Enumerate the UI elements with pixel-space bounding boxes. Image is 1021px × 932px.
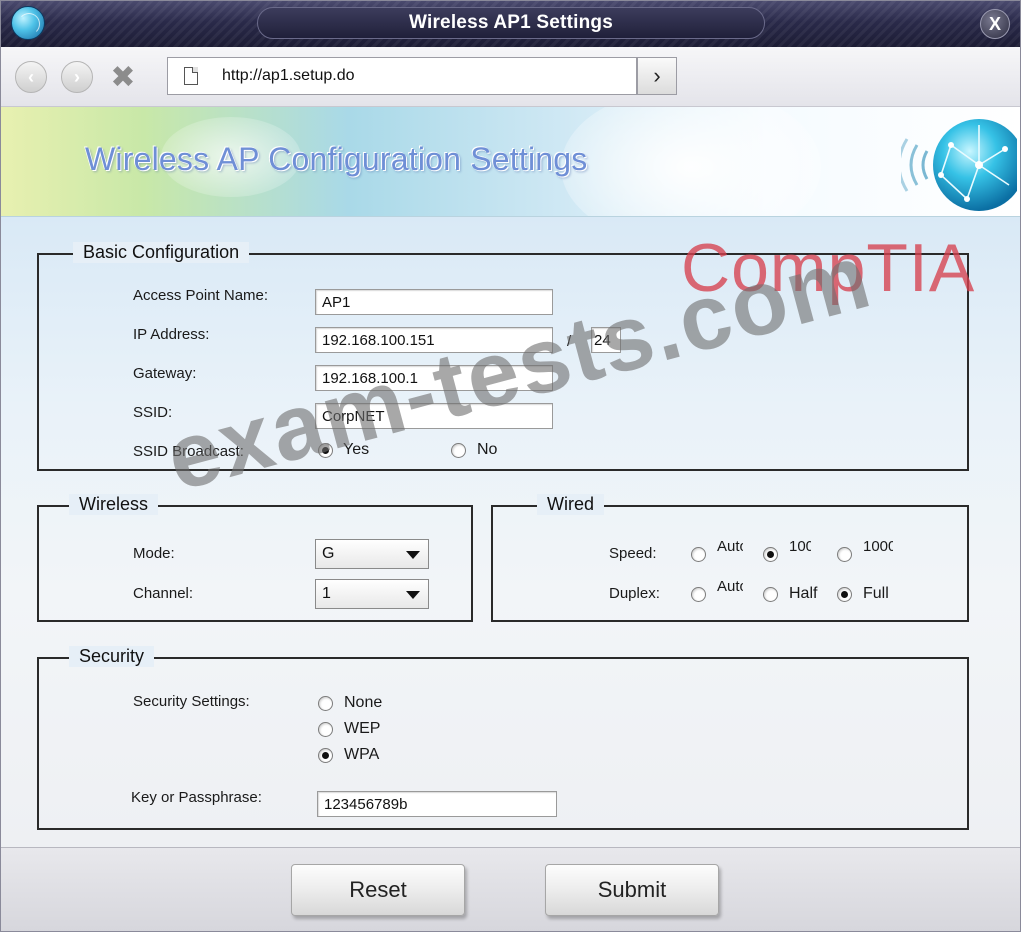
footer-bar: Reset Submit bbox=[1, 847, 1020, 931]
go-button[interactable]: › bbox=[637, 57, 677, 95]
chevron-down-icon bbox=[406, 591, 420, 599]
security-wpa-label: WPA bbox=[344, 746, 380, 763]
speed-label: Speed: bbox=[609, 545, 657, 562]
security-wpa-radio[interactable] bbox=[318, 748, 333, 763]
gateway-input[interactable] bbox=[315, 365, 553, 391]
settings-content: Basic Configuration Access Point Name: I… bbox=[1, 217, 1020, 847]
stop-icon: ✖ bbox=[110, 60, 136, 94]
ap-name-label: Access Point Name: bbox=[133, 287, 269, 304]
duplex-half-radio[interactable] bbox=[763, 587, 778, 602]
channel-value: 1 bbox=[322, 585, 331, 602]
subnet-prefix-input[interactable] bbox=[591, 327, 621, 353]
ssid-label: SSID: bbox=[133, 404, 173, 421]
wireless-legend: Wireless bbox=[69, 494, 159, 515]
ap-name-input[interactable] bbox=[315, 289, 553, 315]
prefix-slash: / bbox=[567, 333, 572, 350]
wired-legend: Wired bbox=[537, 494, 605, 515]
reset-button[interactable]: Reset bbox=[291, 864, 465, 916]
ip-address-label: IP Address: bbox=[133, 326, 210, 343]
title-pill: Wireless AP1 Settings bbox=[257, 7, 765, 39]
ssid-broadcast-yes-label: Yes bbox=[343, 441, 370, 458]
stop-button[interactable]: ✖ bbox=[107, 60, 139, 94]
nav-bar: ‹ › ✖ http://ap1.setup.do › bbox=[1, 47, 1020, 107]
title-bar: Wireless AP1 Settings X bbox=[1, 1, 1020, 47]
ssid-broadcast-yes-radio[interactable] bbox=[318, 443, 333, 458]
wired-group: Wired Speed: Auto 100 1000 Duplex: Auto … bbox=[491, 494, 969, 622]
duplex-auto-radio[interactable] bbox=[691, 587, 706, 602]
back-arrow-icon: ‹ bbox=[28, 66, 34, 87]
mode-select[interactable]: G bbox=[315, 539, 429, 569]
speed-100-label: 100 bbox=[789, 539, 811, 555]
forward-arrow-icon: › bbox=[74, 66, 80, 87]
security-none-radio[interactable] bbox=[318, 696, 333, 711]
page-icon bbox=[184, 67, 198, 85]
url-text: http://ap1.setup.do bbox=[222, 67, 355, 84]
mode-value: G bbox=[322, 545, 335, 562]
chevron-down-icon bbox=[406, 551, 420, 559]
close-icon: X bbox=[988, 13, 1001, 34]
passphrase-input[interactable] bbox=[317, 791, 557, 817]
security-wep-radio[interactable] bbox=[318, 722, 333, 737]
basic-configuration-group: Basic Configuration Access Point Name: I… bbox=[37, 242, 969, 471]
ssid-broadcast-label: SSID Broadcast: bbox=[133, 443, 244, 460]
ap-settings-window: Wireless AP1 Settings X ‹ › ✖ http://ap1… bbox=[0, 0, 1021, 932]
ip-address-input[interactable] bbox=[315, 327, 553, 353]
speed-1000-label: 1000 bbox=[863, 539, 893, 555]
wireless-group: Wireless Mode: G Channel: 1 bbox=[37, 494, 473, 622]
gateway-label: Gateway: bbox=[133, 365, 197, 382]
duplex-full-label: Full bbox=[863, 585, 889, 602]
speed-auto-radio[interactable] bbox=[691, 547, 706, 562]
security-settings-label: Security Settings: bbox=[133, 693, 250, 710]
wireless-globe-icon bbox=[901, 119, 1017, 211]
back-button[interactable]: ‹ bbox=[15, 61, 47, 93]
banner-title: Wireless AP Configuration Settings bbox=[85, 141, 588, 177]
banner: Wireless AP Configuration Settings bbox=[1, 107, 1020, 217]
basic-configuration-legend: Basic Configuration bbox=[73, 242, 250, 263]
speed-auto-label: Auto bbox=[717, 539, 743, 555]
app-globe-icon bbox=[11, 6, 45, 40]
address-bar[interactable]: http://ap1.setup.do bbox=[167, 57, 637, 95]
speed-100-radio[interactable] bbox=[763, 547, 778, 562]
duplex-full-radio[interactable] bbox=[837, 587, 852, 602]
ssid-broadcast-no-radio[interactable] bbox=[451, 443, 466, 458]
security-wep-label: WEP bbox=[344, 720, 381, 737]
mode-label: Mode: bbox=[133, 545, 175, 562]
security-legend: Security bbox=[69, 646, 155, 667]
duplex-label: Duplex: bbox=[609, 585, 660, 602]
duplex-half-label: Half bbox=[789, 585, 818, 602]
speed-1000-radio[interactable] bbox=[837, 547, 852, 562]
security-group: Security Security Settings: None WEP WPA… bbox=[37, 646, 969, 830]
duplex-auto-label: Auto bbox=[717, 579, 743, 595]
channel-label: Channel: bbox=[133, 585, 194, 602]
go-arrow-icon: › bbox=[653, 63, 661, 88]
ssid-input[interactable] bbox=[315, 403, 553, 429]
submit-button[interactable]: Submit bbox=[545, 864, 719, 916]
channel-select[interactable]: 1 bbox=[315, 579, 429, 609]
ssid-broadcast-no-label: No bbox=[477, 441, 498, 458]
security-none-label: None bbox=[344, 694, 383, 711]
passphrase-label: Key or Passphrase: bbox=[131, 789, 262, 806]
close-button[interactable]: X bbox=[980, 9, 1010, 39]
forward-button[interactable]: › bbox=[61, 61, 93, 93]
window-title: Wireless AP1 Settings bbox=[409, 12, 613, 33]
